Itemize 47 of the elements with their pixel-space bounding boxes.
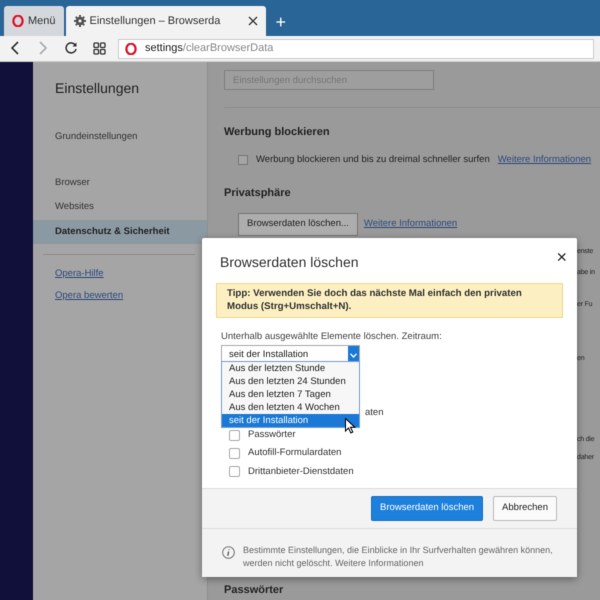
range-label: Unterhalb ausgewählte Elemente löschen. Zeitraum: [221, 330, 443, 344]
sidebar-item[interactable]: Datenschutz & Sicherheit [33, 220, 207, 244]
checkbox[interactable] [238, 154, 248, 165]
dropdown-option[interactable]: Aus den letzten 24 Stunden [222, 375, 359, 388]
menu-tab[interactable]: Menü [4, 6, 64, 36]
info-icon [222, 546, 235, 559]
info-link[interactable]: Weitere Informationen [364, 217, 458, 232]
info-link[interactable]: Weitere Informationen [498, 152, 592, 167]
sidebar-item[interactable]: Browser [33, 171, 207, 196]
sidebar-title: Einstellungen [55, 80, 140, 97]
reload-icon [64, 41, 78, 56]
address-bar[interactable]: settings/clearBrowserData [118, 38, 594, 58]
checkbox-label: Passwörter [248, 428, 296, 442]
dropdown-option[interactable]: seit der Installation [222, 414, 359, 427]
checkbox-label: Drittanbieter-Dienstdaten [248, 464, 354, 479]
sidebar-item[interactable]: Websites [33, 195, 207, 220]
close-button[interactable]: × [556, 244, 567, 271]
tip-banner: Tipp: Verwenden Sie doch das nächste Mal einfach den privaten Modus (Strg+Umschalt+N). [216, 282, 563, 318]
chevron-left-icon [10, 41, 20, 56]
opera-logo-icon [125, 42, 137, 54]
info-link[interactable]: werden nicht gelöscht [243, 558, 330, 568]
opera-logo-icon [12, 15, 24, 27]
info-text: Bestimmte Einstellungen, die Einblicke in Ihr Surfverhalten gewähren können, werden nicht gelöscht. Weitere Informationen [243, 544, 554, 570]
text-fragment: aten [365, 407, 384, 420]
dropdown-option[interactable]: Aus den letzten 4 Wochen [222, 401, 359, 414]
chevron-right-icon [38, 41, 48, 56]
info-link[interactable]: Weitere Informationen [335, 558, 424, 568]
gear-icon [74, 15, 86, 27]
dialog-title: Browserdaten löschen [220, 254, 359, 271]
chevron-down-icon [350, 352, 357, 358]
close-icon[interactable] [248, 16, 258, 26]
checkbox[interactable] [229, 430, 240, 441]
checkbox[interactable] [229, 466, 240, 478]
new-tab-button[interactable]: + [268, 9, 294, 36]
clear-data-button[interactable]: Browserdaten löschen... [238, 213, 358, 236]
url-text: settings/clearBrowserData [145, 41, 274, 56]
checkbox-label: Werbung blockieren und bis zu dreimal schneller surfen [256, 152, 490, 166]
section-heading: Privatsphäre [224, 186, 292, 201]
cancel-button[interactable]: Abbrechen [493, 496, 557, 521]
browser-tab[interactable]: Einstellungen – Browserda [66, 6, 266, 36]
section-heading: Passwörter [224, 583, 284, 598]
sidebar-item[interactable]: Grundeinstellungen [33, 124, 207, 150]
checkbox-label: Autofill-Formulardaten [248, 446, 342, 460]
checkbox[interactable] [229, 448, 240, 460]
section-heading: Werbung blockieren [224, 125, 331, 140]
dropdown-option[interactable]: Aus den letzten 7 Tagen [222, 388, 359, 401]
clear-data-button[interactable]: Browserdaten löschen [371, 496, 484, 521]
